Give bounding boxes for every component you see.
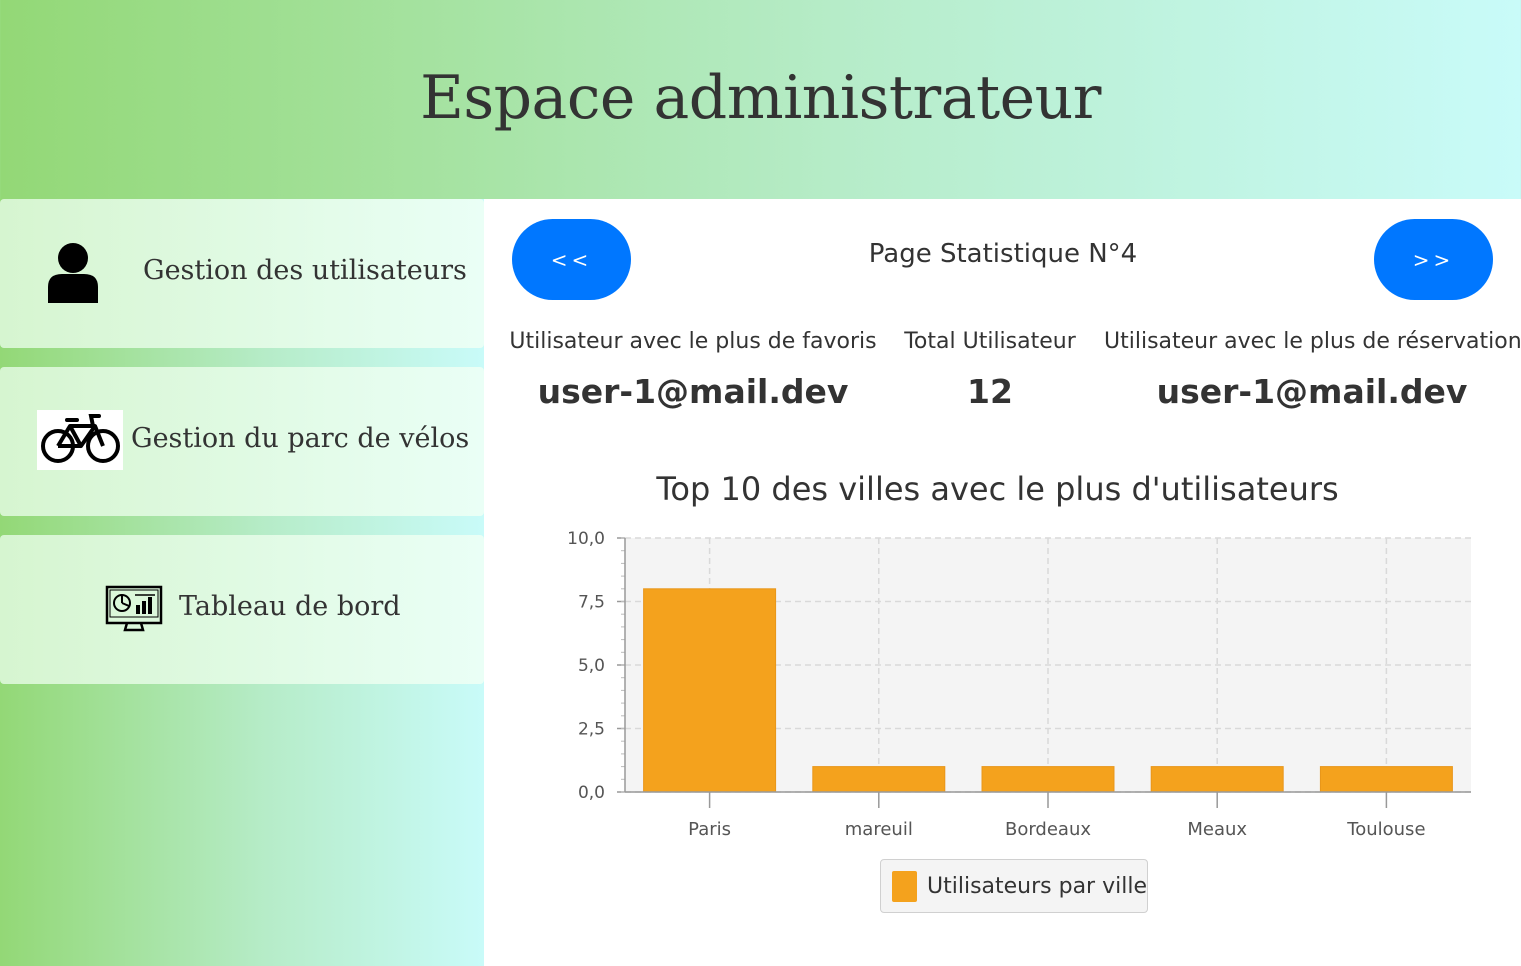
legend-label: Utilisateurs par ville [927,873,1147,899]
bar [1319,766,1453,793]
sidebar-item-dashboard[interactable]: Tableau de bord [0,535,484,684]
sidebar-item-label: Gestion des utilisateurs [143,255,467,286]
y-tick-label: 5,0 [578,656,605,676]
sidebar-item-label: Gestion du parc de vélos [131,423,470,454]
x-tick-label: mareuil [845,819,913,840]
bar [981,766,1115,793]
bar-chart: 0,0 2,5 5,0 7,5 10,0 Paris mareuil Bordeaux Meau… [567,529,1471,840]
bar [643,588,777,793]
chart-legend: Utilisateurs par ville [880,859,1148,913]
y-tick-label: 10,0 [567,529,605,549]
sidebar-item-label: Tableau de bord [179,591,401,622]
x-tick-label: Meaux [1187,819,1247,840]
x-tick-label: Toulouse [1346,819,1425,840]
sidebar-item-users[interactable]: Gestion des utilisateurs [0,199,484,348]
main-panel: << Page Statistique N°4 >> Utilisateur a… [484,199,1521,966]
x-tick-label: Paris [688,819,731,840]
y-tick-label: 7,5 [578,593,605,613]
sidebar-item-bikes[interactable]: Gestion du parc de vélos [0,367,484,516]
y-tick-label: 2,5 [578,720,605,740]
x-tick-label: Bordeaux [1005,819,1091,840]
y-tick-label: 0,0 [578,783,605,803]
bicycle-icon [37,410,123,474]
app-header: Espace administrateur [0,0,1521,199]
sidebar: Gestion des utilisateurs Gestion du parc… [0,199,484,966]
bar [1150,766,1284,793]
user-icon [46,241,100,307]
legend-swatch [892,870,917,902]
dashboard-monitor-icon [105,585,163,637]
bar [812,766,946,793]
page-title: Espace administrateur [420,62,1101,133]
